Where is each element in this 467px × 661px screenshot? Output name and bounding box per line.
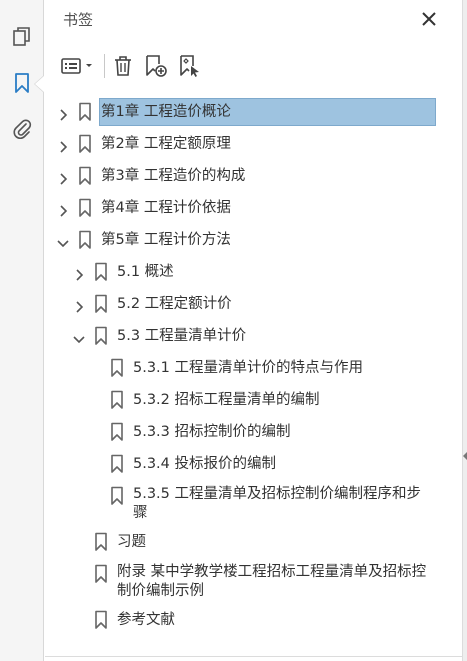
bookmark-item[interactable]: 5.3.1 工程量清单计价的特点与作用	[45, 348, 462, 380]
bookmark-item[interactable]: 5.1 概述	[45, 252, 462, 284]
bookmark-item[interactable]: 5.2 工程定额计价	[45, 284, 462, 316]
bookmark-icon	[110, 358, 124, 378]
bookmark-item[interactable]: 第2章 工程定额原理	[45, 124, 462, 156]
toolbar-separator	[104, 54, 105, 78]
bookmark-item[interactable]: 习题	[45, 522, 462, 554]
chevron-right-icon[interactable]	[57, 170, 69, 185]
bookmark-item[interactable]: 5.3.2 招标工程量清单的编制	[45, 380, 462, 412]
options-menu-icon[interactable]	[59, 52, 97, 80]
bookmark-label: 5.3.2 招标工程量清单的编制	[133, 392, 320, 408]
panel-title: 书签	[63, 11, 94, 29]
chevron-right-icon[interactable]	[73, 298, 85, 313]
bookmark-label: 5.3 工程量清单计价	[117, 328, 247, 344]
new-bookmark-from-structure-icon[interactable]	[177, 52, 203, 80]
bookmark-item[interactable]: 5.3.3 招标控制价的编制	[45, 412, 462, 444]
bookmark-label: 附录 某中学教学楼工程招标工程量清单及招标控制价编制示例	[117, 564, 427, 599]
bookmark-icon	[78, 230, 92, 250]
bookmark-icon	[94, 262, 108, 282]
bookmark-item[interactable]: 5.3 工程量清单计价	[45, 316, 462, 348]
bookmark-label: 第3章 工程造价的构成	[101, 168, 246, 184]
bookmark-label: 5.2 工程定额计价	[117, 296, 232, 312]
panel-splitter[interactable]	[462, 0, 467, 661]
bookmark-label: 参考文献	[117, 612, 175, 628]
chevron-right-icon[interactable]	[57, 202, 69, 217]
bookmark-item[interactable]: 第1章 工程造价概论	[45, 92, 462, 126]
collapse-arrow-icon[interactable]	[463, 452, 467, 460]
delete-bookmark-icon[interactable]	[111, 52, 135, 80]
bookmark-item[interactable]: 第4章 工程计价依据	[45, 188, 462, 220]
bookmarks-panel: 书签 第1章 工程造价概论 第2章 工程定额原理 第3章 工程造价的构成 第4章 工程…	[45, 0, 462, 661]
navigation-rail	[0, 0, 44, 661]
bookmark-label: 5.3.4 投标报价的编制	[133, 456, 277, 472]
bookmark-icon	[94, 294, 108, 314]
bookmark-label: 第2章 工程定额原理	[101, 136, 231, 152]
chevron-right-icon[interactable]	[57, 106, 69, 121]
bookmark-item[interactable]: 第5章 工程计价方法	[45, 220, 462, 252]
bookmark-item[interactable]: 参考文献	[45, 600, 462, 632]
bookmark-label: 第1章 工程造价概论	[101, 104, 231, 120]
bookmark-icon	[78, 166, 92, 186]
bookmark-label: 5.3.1 工程量清单计价的特点与作用	[133, 360, 364, 376]
bookmarks-toolbar	[59, 52, 459, 80]
chevron-right-icon[interactable]	[73, 266, 85, 281]
bookmark-label: 5.1 概述	[117, 264, 174, 280]
bookmark-label: 5.3.3 招标控制价的编制	[133, 424, 291, 440]
chevron-right-icon[interactable]	[57, 138, 69, 153]
bookmark-item[interactable]: 5.3.5 工程量清单及招标控制价编制程序和步骤	[45, 476, 462, 522]
bookmark-icon	[78, 198, 92, 218]
bookmark-icon	[94, 564, 108, 584]
chevron-down-icon[interactable]	[73, 330, 85, 344]
bookmark-item[interactable]: 5.3.4 投标报价的编制	[45, 444, 462, 476]
bookmark-icon	[110, 390, 124, 410]
bookmark-label: 5.3.5 工程量清单及招标控制价编制程序和步骤	[133, 486, 422, 521]
bookmark-icon	[78, 134, 92, 154]
bookmark-item[interactable]: 附录 某中学教学楼工程招标工程量清单及招标控制价编制示例	[45, 554, 462, 600]
attachments-icon[interactable]	[9, 116, 35, 142]
active-tab-indicator-fill	[35, 76, 44, 92]
bookmark-label: 第4章 工程计价依据	[101, 200, 231, 216]
bookmark-icon	[94, 532, 108, 552]
pages-icon[interactable]	[9, 24, 35, 50]
bookmarks-icon[interactable]	[9, 70, 35, 96]
bookmark-icon	[94, 326, 108, 346]
bookmark-icon	[110, 422, 124, 442]
bookmark-item[interactable]: 第3章 工程造价的构成	[45, 156, 462, 188]
bookmark-label: 习题	[117, 534, 146, 550]
bookmark-icon	[94, 610, 108, 630]
chevron-down-icon[interactable]	[57, 234, 69, 248]
bookmark-icon	[110, 486, 124, 506]
bottom-divider	[45, 656, 462, 657]
bookmark-label: 第5章 工程计价方法	[101, 232, 231, 248]
add-bookmark-icon[interactable]	[143, 52, 169, 80]
close-icon[interactable]	[418, 8, 440, 30]
bookmark-icon	[78, 102, 92, 122]
bookmark-icon	[110, 454, 124, 474]
